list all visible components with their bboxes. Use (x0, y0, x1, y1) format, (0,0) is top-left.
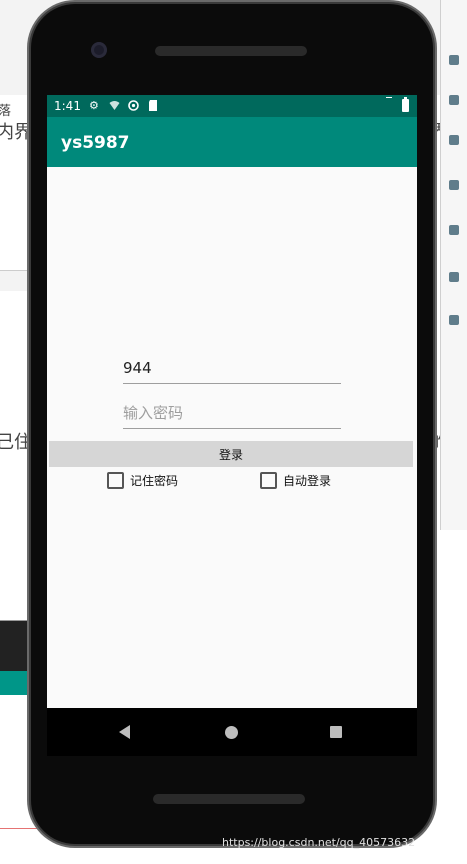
sd-card-icon (148, 100, 159, 111)
bg-text-small: 落 (0, 104, 12, 119)
battery-icon (402, 97, 409, 112)
side-panel-icon (449, 180, 459, 190)
phone-screen: 1:41 ⚙ ys5987 登录 记住密码 (47, 95, 417, 708)
remember-password-checkbox[interactable] (107, 472, 124, 489)
wifi-icon (109, 100, 120, 111)
auto-login-label: 自动登录 (283, 474, 332, 488)
remember-password-label: 记住密码 (130, 474, 179, 488)
side-panel-icon (449, 55, 459, 65)
camera-icon (91, 42, 107, 58)
remember-password-checkbox-group[interactable]: 记住密码 (107, 472, 178, 489)
back-icon[interactable] (119, 725, 130, 739)
settings-icon: ⚙ (89, 99, 99, 112)
side-panel-icon (449, 135, 459, 145)
signal-dash (386, 97, 392, 98)
side-panel-icon (449, 315, 459, 325)
status-time: 1:41 (54, 99, 81, 113)
password-field-container (123, 398, 341, 429)
bg-text-top-left: 内界 (0, 122, 32, 143)
side-panel-icon (449, 95, 459, 105)
speaker-top (155, 46, 307, 56)
bg-text-mid-left: 己住 (0, 432, 32, 453)
status-bar: 1:41 ⚙ (47, 95, 417, 117)
speaker-bottom (153, 794, 305, 804)
side-panel-icon (449, 272, 459, 282)
desktop-side-panel (440, 0, 467, 530)
password-input[interactable] (123, 398, 341, 428)
phone-frame: 1:41 ⚙ ys5987 登录 记住密码 (31, 4, 433, 844)
side-panel-icon (449, 225, 459, 235)
app-title: ys5987 (61, 133, 130, 153)
home-icon[interactable] (225, 726, 238, 739)
app-bar: ys5987 (47, 117, 417, 167)
username-field-container (123, 353, 341, 384)
sync-icon (128, 100, 139, 111)
username-input[interactable] (123, 353, 341, 383)
auto-login-checkbox-group[interactable]: 自动登录 (260, 472, 331, 489)
recents-icon[interactable] (330, 726, 342, 738)
login-button[interactable]: 登录 (49, 441, 413, 467)
watermark-url: https://blog.csdn.net/qq_40573632 (222, 836, 416, 849)
bg-window-line (0, 828, 40, 829)
navigation-bar (47, 708, 417, 756)
auto-login-checkbox[interactable] (260, 472, 277, 489)
